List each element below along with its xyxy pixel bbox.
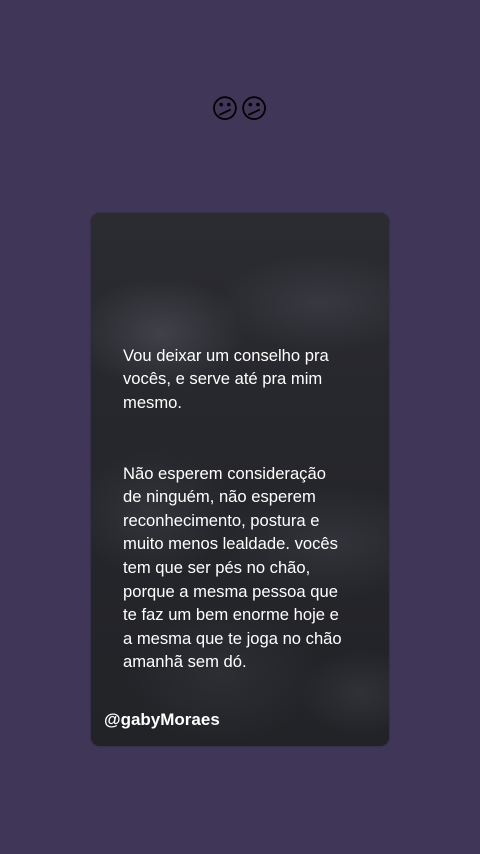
- quote-paragraph-2: Não esperem consideração de ninguém, não…: [123, 463, 342, 672]
- confused-face-emoji-1: 😕: [210, 94, 240, 125]
- emoji-header: 😕😕: [0, 93, 480, 127]
- quote-card: Vou deixar um conselho pra vocês, e serv…: [91, 213, 389, 746]
- confused-face-emoji-2: 😕: [240, 94, 270, 125]
- author-handle[interactable]: @gabyMoraes: [104, 709, 220, 731]
- quote-paragraph-1: Vou deixar um conselho pra vocês, e serv…: [123, 345, 329, 412]
- quote-text: Vou deixar um conselho pra vocês, e serv…: [123, 320, 373, 698]
